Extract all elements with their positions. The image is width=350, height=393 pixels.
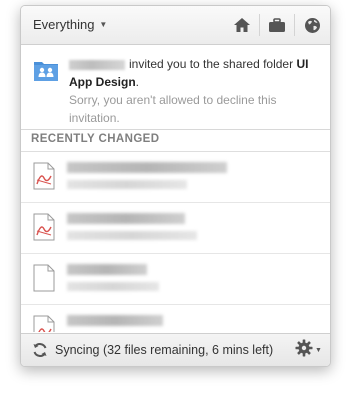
list-item[interactable] xyxy=(21,152,330,203)
invitation-notification[interactable]: invited you to the shared folder UI App … xyxy=(21,45,330,130)
invitation-sub-message: Sorry, you aren't allowed to decline thi… xyxy=(69,93,277,125)
file-name-redacted xyxy=(67,315,163,326)
section-title: RECENTLY CHANGED xyxy=(31,133,160,145)
settings-menu-button[interactable]: ▼ xyxy=(295,339,325,362)
file-details-redacted xyxy=(67,231,197,240)
briefcase-icon[interactable] xyxy=(266,15,288,35)
file-details-redacted xyxy=(67,180,187,189)
period: . xyxy=(135,75,140,89)
gear-icon xyxy=(295,339,313,362)
shared-folder-icon xyxy=(33,57,59,83)
invitation-text: invited you to the shared folder UI App … xyxy=(69,55,319,127)
filter-dropdown[interactable]: Everything ▼ xyxy=(33,17,107,32)
file-name-redacted xyxy=(67,264,147,275)
home-icon[interactable] xyxy=(231,15,253,35)
invitation-message: invited you to the shared folder xyxy=(129,57,294,71)
list-item[interactable] xyxy=(21,254,330,305)
dropbox-popover: Everything ▼ invited you to the shared f… xyxy=(20,5,331,367)
file-details-redacted xyxy=(67,282,159,291)
list-item[interactable] xyxy=(21,203,330,254)
sync-status: Syncing (32 files remaining, 6 mins left… xyxy=(55,343,274,357)
sync-icon xyxy=(32,342,48,358)
status-bar: Syncing (32 files remaining, 6 mins left… xyxy=(21,333,330,366)
recent-files-list xyxy=(21,152,330,332)
inviter-name-redacted xyxy=(69,59,125,70)
pdf-document-icon xyxy=(33,315,55,332)
blank-document-icon xyxy=(33,264,55,292)
globe-icon[interactable] xyxy=(301,15,323,35)
header-divider xyxy=(259,14,260,36)
chevron-down-icon: ▼ xyxy=(315,346,322,354)
pdf-document-icon xyxy=(33,162,55,190)
popover-header: Everything ▼ xyxy=(21,6,330,45)
list-item[interactable] xyxy=(21,305,330,332)
pdf-document-icon xyxy=(33,213,55,241)
file-name-redacted xyxy=(67,213,185,224)
header-divider xyxy=(294,14,295,36)
filter-label: Everything xyxy=(33,17,95,32)
file-name-redacted xyxy=(67,162,227,173)
chevron-down-icon: ▼ xyxy=(99,20,108,29)
